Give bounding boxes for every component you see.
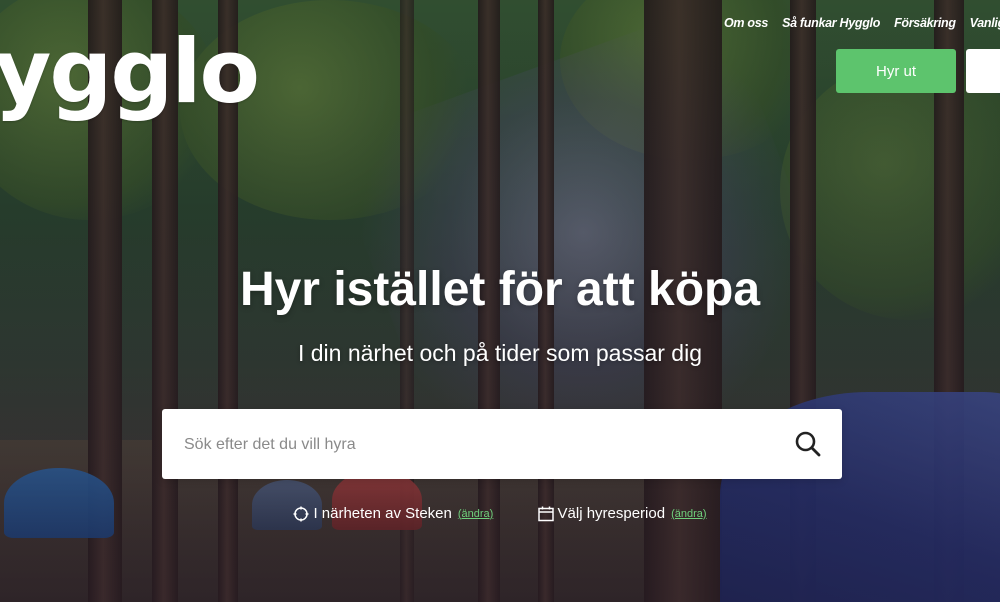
period-filter[interactable]: Välj hyresperiod (ändra) <box>537 505 707 522</box>
period-change-link[interactable]: (ändra) <box>671 508 706 520</box>
hygglo-logo[interactable]: ygglo <box>0 28 260 116</box>
search-icon[interactable] <box>794 430 822 458</box>
nav-link-forsakring[interactable]: Försäkring <box>894 16 956 30</box>
nav-link-vanliga-fragor[interactable]: Vanliga frågor <box>970 16 1000 30</box>
hero-title: Hyr istället för att köpa <box>239 263 761 316</box>
calendar-icon <box>537 506 554 521</box>
login-button[interactable] <box>966 49 1000 93</box>
location-prefix: I närheten av <box>313 505 401 522</box>
location-value: Steken <box>405 505 452 522</box>
search-filters: I närheten av Steken (ändra) Välj hyresp… <box>0 505 1000 526</box>
nav-link-om-oss[interactable]: Om oss <box>724 16 768 30</box>
location-crosshair-icon <box>293 506 309 521</box>
search-box <box>162 409 842 481</box>
hero-subtitle: I din närhet och på tider som passar dig <box>297 340 702 366</box>
top-navigation: Om oss Så funkar Hygglo Försäkring Vanliga … <box>724 16 1000 30</box>
nav-link-sa-funkar[interactable]: Så funkar Hygglo <box>782 16 880 30</box>
search-input[interactable] <box>182 409 776 481</box>
location-filter[interactable]: I närheten av Steken (ändra) <box>293 505 493 522</box>
period-label: Välj hyresperiod <box>557 505 666 522</box>
location-change-link[interactable]: (ändra) <box>458 508 493 520</box>
rent-out-button[interactable]: Hyr ut <box>836 49 956 93</box>
